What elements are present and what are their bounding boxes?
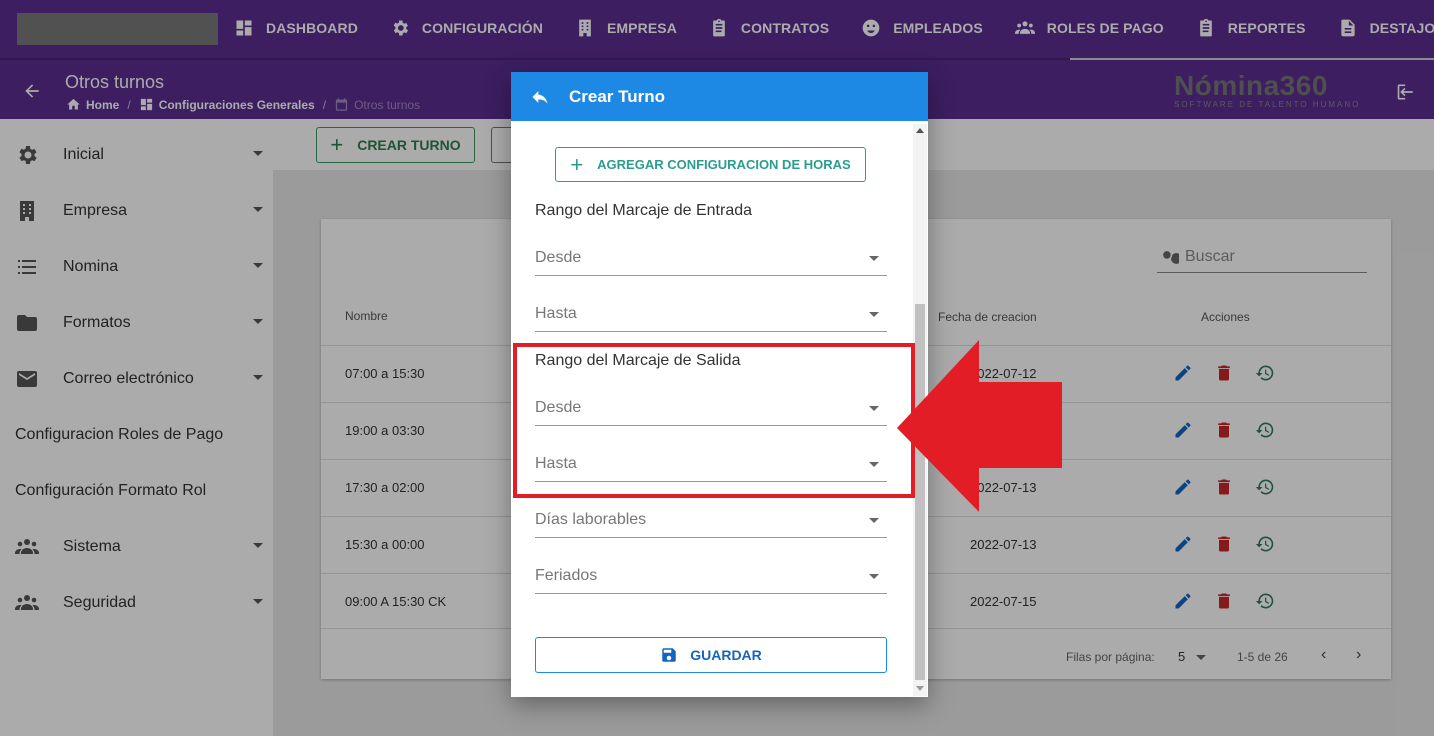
highlight-box [513,343,915,498]
entrada-desde-select[interactable]: Desde [535,236,887,276]
agregar-configuracion-button[interactable]: + AGREGAR CONFIGURACION DE HORAS [555,147,866,182]
entrada-section-title: Rango del Marcaje de Entrada [535,202,753,219]
entrada-hasta-select[interactable]: Hasta [535,292,887,332]
field-placeholder: Desde [535,249,582,266]
plus-icon: + [570,151,584,177]
dias-laborables-select[interactable]: Días laborables [535,498,887,538]
feriados-select[interactable]: Feriados [535,554,887,594]
scroll-down-icon[interactable] [916,686,924,691]
reply-back-icon[interactable] [530,87,550,107]
chevron-down-icon [869,256,879,261]
chevron-down-icon [869,312,879,317]
guardar-button[interactable]: GUARDAR [535,637,887,673]
save-icon [662,648,676,662]
guardar-label: GUARDAR [690,647,762,663]
chevron-down-icon [869,518,879,523]
agregar-configuracion-label: AGREGAR CONFIGURACION DE HORAS [597,157,851,172]
field-placeholder: Hasta [535,305,577,322]
scroll-up-icon[interactable] [916,128,924,133]
chevron-down-icon [869,574,879,579]
field-placeholder: Feriados [535,567,598,584]
highlight-arrow-icon [897,340,1062,512]
dialog-title: Crear Turno [569,86,666,106]
field-placeholder: Días laborables [535,511,647,528]
dialog-header: Crear Turno [511,72,928,121]
